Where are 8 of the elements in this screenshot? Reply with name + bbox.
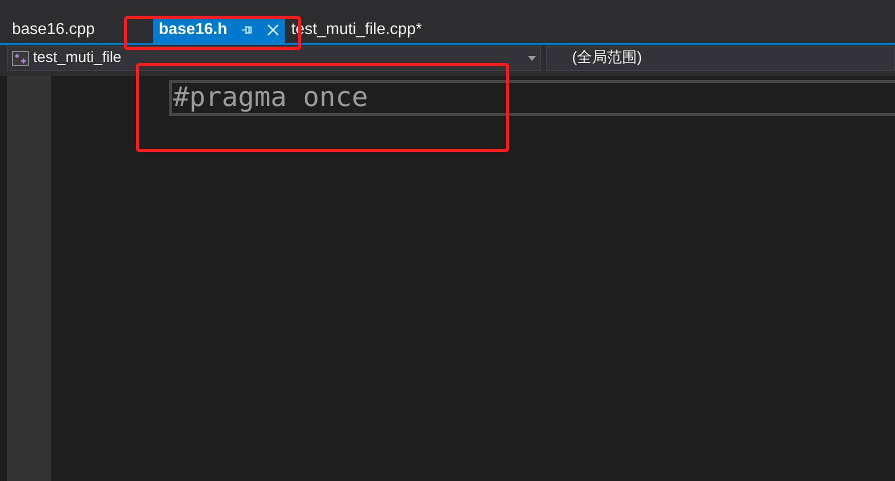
code-line: #pragma once xyxy=(169,80,895,116)
scope-dropdown[interactable]: (全局范围) xyxy=(546,46,895,71)
editor-tab[interactable]: base16.cpp xyxy=(6,16,101,43)
project-icon xyxy=(12,51,29,66)
pin-icon[interactable] xyxy=(241,24,254,34)
project-name: test_muti_file xyxy=(33,48,122,68)
dropdown-arrow-icon xyxy=(528,56,536,61)
close-icon[interactable] xyxy=(267,24,280,36)
